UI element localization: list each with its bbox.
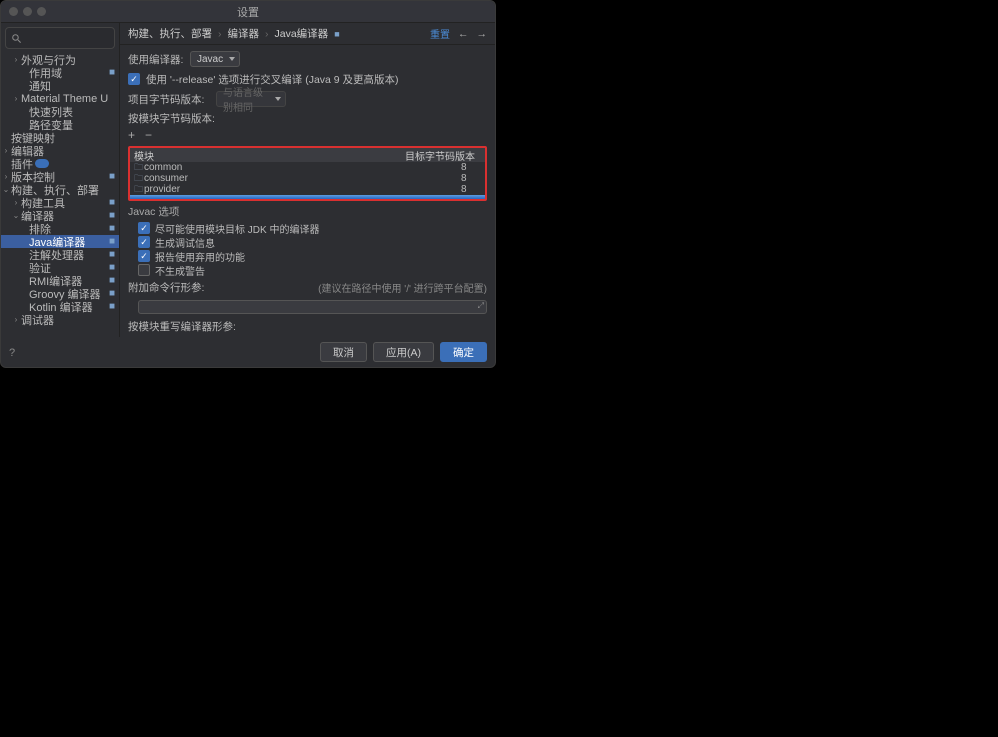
javac-section-label: Javac 选项 bbox=[128, 204, 487, 219]
bytecode-table: 模块 目标字节码版本 🗀common8🗀consumer8🗀provider8 bbox=[128, 146, 487, 201]
back-icon[interactable]: ← bbox=[458, 28, 469, 40]
compiler-select[interactable]: Javac bbox=[190, 51, 240, 67]
cmdline-hint: (建议在路径中使用 '/' 进行跨平台配置) bbox=[318, 280, 487, 295]
col-target[interactable]: 目标字节码版本 bbox=[405, 148, 481, 163]
release-option-checkbox[interactable]: ✓ bbox=[128, 73, 140, 85]
no-warn-checkbox[interactable] bbox=[138, 264, 150, 276]
settings-tree[interactable]: ›外观与行为作用域■通知›Material Theme UI快速列表路径变量按键… bbox=[1, 53, 119, 337]
override-label: 按模块重写编译器形参: bbox=[128, 319, 487, 334]
breadcrumb: 构建、执行、部署 › 编译器 › Java编译器 ■ 重置 ← → bbox=[120, 23, 495, 45]
use-module-jdk-checkbox[interactable]: ✓ bbox=[138, 222, 150, 234]
titlebar: 设置 bbox=[1, 1, 495, 23]
breadcrumb-seg: Java编译器 bbox=[275, 26, 329, 41]
apply-button[interactable]: 应用(A) bbox=[373, 342, 434, 362]
cancel-button[interactable]: 取消 bbox=[320, 342, 367, 362]
sidebar-item[interactable]: ›调试器 bbox=[1, 313, 119, 326]
use-compiler-label: 使用编译器: bbox=[128, 52, 184, 67]
sidebar-item[interactable]: 通知 bbox=[1, 79, 119, 92]
search-input[interactable] bbox=[5, 27, 115, 49]
add-module-button[interactable]: + bbox=[128, 128, 135, 142]
gen-debug-checkbox[interactable]: ✓ bbox=[138, 236, 150, 248]
expand-icon[interactable]: ⤢ bbox=[478, 301, 484, 311]
remove-module-button[interactable]: − bbox=[145, 128, 152, 142]
breadcrumb-seg[interactable]: 构建、执行、部署 bbox=[128, 26, 212, 41]
folder-icon: 🗀 bbox=[134, 182, 144, 198]
col-module[interactable]: 模块 bbox=[134, 148, 405, 163]
report-deprecation-checkbox[interactable]: ✓ bbox=[138, 250, 150, 262]
cmdline-label: 附加命令行形参: bbox=[128, 280, 218, 295]
forward-icon[interactable]: → bbox=[477, 28, 488, 40]
table-row[interactable]: 🗀consumer8 bbox=[130, 173, 485, 184]
table-row[interactable]: 🗀common8 bbox=[130, 162, 485, 173]
dialog-title: 设置 bbox=[1, 4, 495, 20]
project-bytecode-select[interactable]: 与语言级别相同 bbox=[216, 91, 286, 107]
release-option-label: 使用 '--release' 选项进行交叉编译 (Java 9 及更高版本) bbox=[146, 72, 399, 87]
table-row[interactable]: 🗀provider8 bbox=[130, 184, 485, 195]
breadcrumb-seg[interactable]: 编译器 bbox=[228, 26, 260, 41]
reset-button[interactable]: 重置 bbox=[430, 26, 450, 41]
cmdline-input[interactable]: ⤢ bbox=[138, 300, 487, 314]
project-bytecode-label: 项目字节码版本: bbox=[128, 92, 210, 107]
ok-button[interactable]: 确定 bbox=[440, 342, 487, 362]
search-icon bbox=[11, 33, 22, 44]
help-button[interactable]: ? bbox=[9, 347, 15, 359]
selection-bar bbox=[130, 195, 485, 199]
per-module-label: 按模块字节码版本: bbox=[128, 111, 487, 126]
